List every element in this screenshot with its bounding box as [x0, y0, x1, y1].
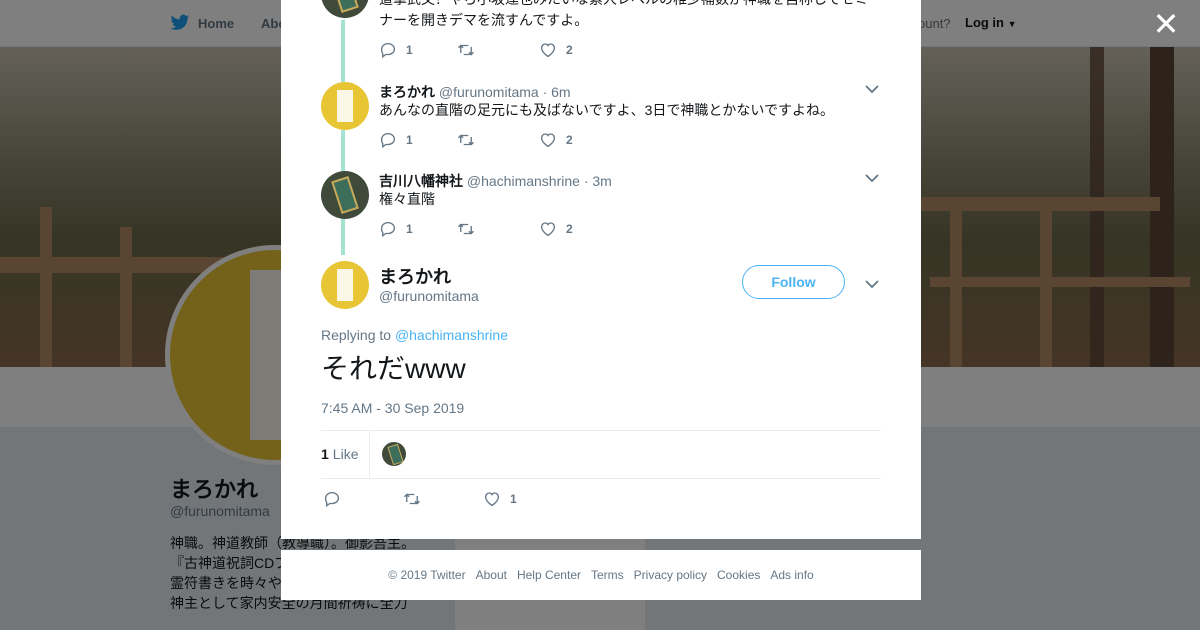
chevron-down-icon[interactable]	[865, 173, 879, 183]
heart-icon	[540, 43, 556, 58]
tweet-header: まろかれ @furunomitama · 6m	[379, 82, 571, 102]
heart-icon	[540, 133, 556, 148]
tweet-header: 吉川八幡神社 @hachimanshrine · 3m	[379, 171, 612, 191]
reply-count: 1	[406, 133, 413, 147]
retweet-icon	[458, 44, 474, 56]
user-name[interactable]: まろかれ	[379, 84, 435, 100]
reply-count: 1	[406, 43, 413, 57]
like-button[interactable]: 2	[539, 220, 573, 238]
likes-stat[interactable]: 1 Like	[321, 446, 358, 462]
user-handle[interactable]: @hachimanshrine	[467, 173, 580, 189]
chevron-down-icon[interactable]	[865, 279, 879, 289]
like-count: 2	[566, 222, 573, 236]
footer-link-terms[interactable]: Terms	[591, 568, 624, 582]
thread-tweet[interactable]: 吉川八幡神社 @hachimanshrine · 3m 権々直階 1 2	[321, 171, 881, 251]
footer-link-cookies[interactable]: Cookies	[717, 568, 760, 582]
like-count: 1	[510, 492, 517, 506]
retweet-button[interactable]	[457, 131, 539, 149]
footer-link-privacy[interactable]: Privacy policy	[634, 568, 707, 582]
main-tweet-timestamp[interactable]: 7:45 AM - 30 Sep 2019	[321, 400, 464, 416]
retweet-button[interactable]	[457, 41, 539, 59]
tweet-permalink-modal: 道摯武文？やら小坂達也みたいな素人レベルの稚少補数が神職を自称してセミ ナーを開…	[281, 0, 921, 539]
main-tweet-avatar[interactable]	[321, 261, 369, 309]
main-tweet-user-name[interactable]: まろかれ	[379, 263, 451, 289]
thread-tweet[interactable]: 道摯武文？やら小坂達也みたいな素人レベルの稚少補数が神職を自称してセミ ナーを開…	[321, 0, 881, 70]
tweet-text: 道摯武文？やら小坂達也みたいな素人レベルの稚少補数が神職を自称してセミ	[379, 0, 869, 9]
footer-link-about[interactable]: About	[476, 568, 507, 582]
retweet-button[interactable]	[457, 220, 539, 238]
like-button[interactable]: 2	[539, 41, 573, 59]
tweet-text: ナーを開きデマを流すんですよ。	[379, 12, 589, 28]
tweet-text: あんなの直階の足元にも及ばないですよ、3日で神職とかないですよね。	[379, 102, 834, 118]
like-button[interactable]: 2	[539, 131, 573, 149]
tweet-actions: 1 2	[379, 41, 573, 59]
tweet-text: 権々直階	[379, 191, 435, 207]
avatar[interactable]	[321, 171, 369, 219]
reply-icon	[380, 132, 396, 149]
avatar[interactable]	[321, 82, 369, 130]
footer-link-ads-info[interactable]: Ads info	[770, 568, 813, 582]
likes-stat-count: 1	[321, 446, 329, 462]
retweet-icon	[458, 134, 474, 146]
replying-to-link[interactable]: @hachimanshrine	[395, 327, 508, 343]
like-count: 2	[566, 133, 573, 147]
like-button[interactable]: 1	[483, 490, 517, 508]
user-handle[interactable]: @furunomitama	[439, 84, 539, 100]
reply-icon	[380, 221, 396, 238]
replying-to-label: Replying to	[321, 327, 392, 343]
retweet-icon	[458, 223, 474, 235]
tweet-stats: 1 Like	[321, 430, 881, 479]
reply-button[interactable]	[323, 490, 403, 508]
footer-copyright: © 2019 Twitter	[388, 568, 466, 582]
avatar[interactable]	[321, 0, 369, 18]
like-count: 2	[566, 43, 573, 57]
user-name[interactable]: 吉川八幡神社	[379, 173, 463, 189]
reply-icon	[324, 491, 340, 508]
tweet-actions: 1 2	[379, 131, 573, 149]
modal-footer: © 2019 Twitter About Help Center Terms P…	[281, 550, 921, 600]
thread-tweet[interactable]: まろかれ @furunomitama · 6m あんなの直階の足元にも及ばないで…	[321, 82, 881, 162]
follow-button[interactable]: Follow	[742, 265, 845, 299]
heart-icon	[540, 222, 556, 237]
tweet-actions: 1 2	[379, 220, 573, 238]
reply-count: 1	[406, 222, 413, 236]
reply-icon	[380, 42, 396, 59]
chevron-down-icon[interactable]	[865, 84, 879, 94]
heart-icon	[484, 492, 500, 507]
reply-button[interactable]: 1	[379, 220, 457, 238]
tweet-time[interactable]: · 3m	[584, 173, 612, 189]
footer-link-help-center[interactable]: Help Center	[517, 568, 581, 582]
replying-to: Replying to @hachimanshrine	[321, 327, 508, 343]
stats-divider	[369, 431, 370, 477]
liker-avatar[interactable]	[382, 442, 406, 466]
likes-stat-label: Like	[332, 446, 359, 462]
main-tweet-text: それだwww	[321, 353, 466, 384]
reply-button[interactable]: 1	[379, 131, 457, 149]
retweet-button[interactable]	[403, 490, 483, 508]
tweet-time[interactable]: · 6m	[543, 84, 571, 100]
main-tweet-user-handle[interactable]: @furunomitama	[379, 288, 479, 304]
close-icon[interactable]: ✕	[1150, 8, 1182, 40]
retweet-icon	[404, 493, 420, 505]
reply-button[interactable]: 1	[379, 41, 457, 59]
main-tweet-actions: 1	[323, 490, 517, 508]
